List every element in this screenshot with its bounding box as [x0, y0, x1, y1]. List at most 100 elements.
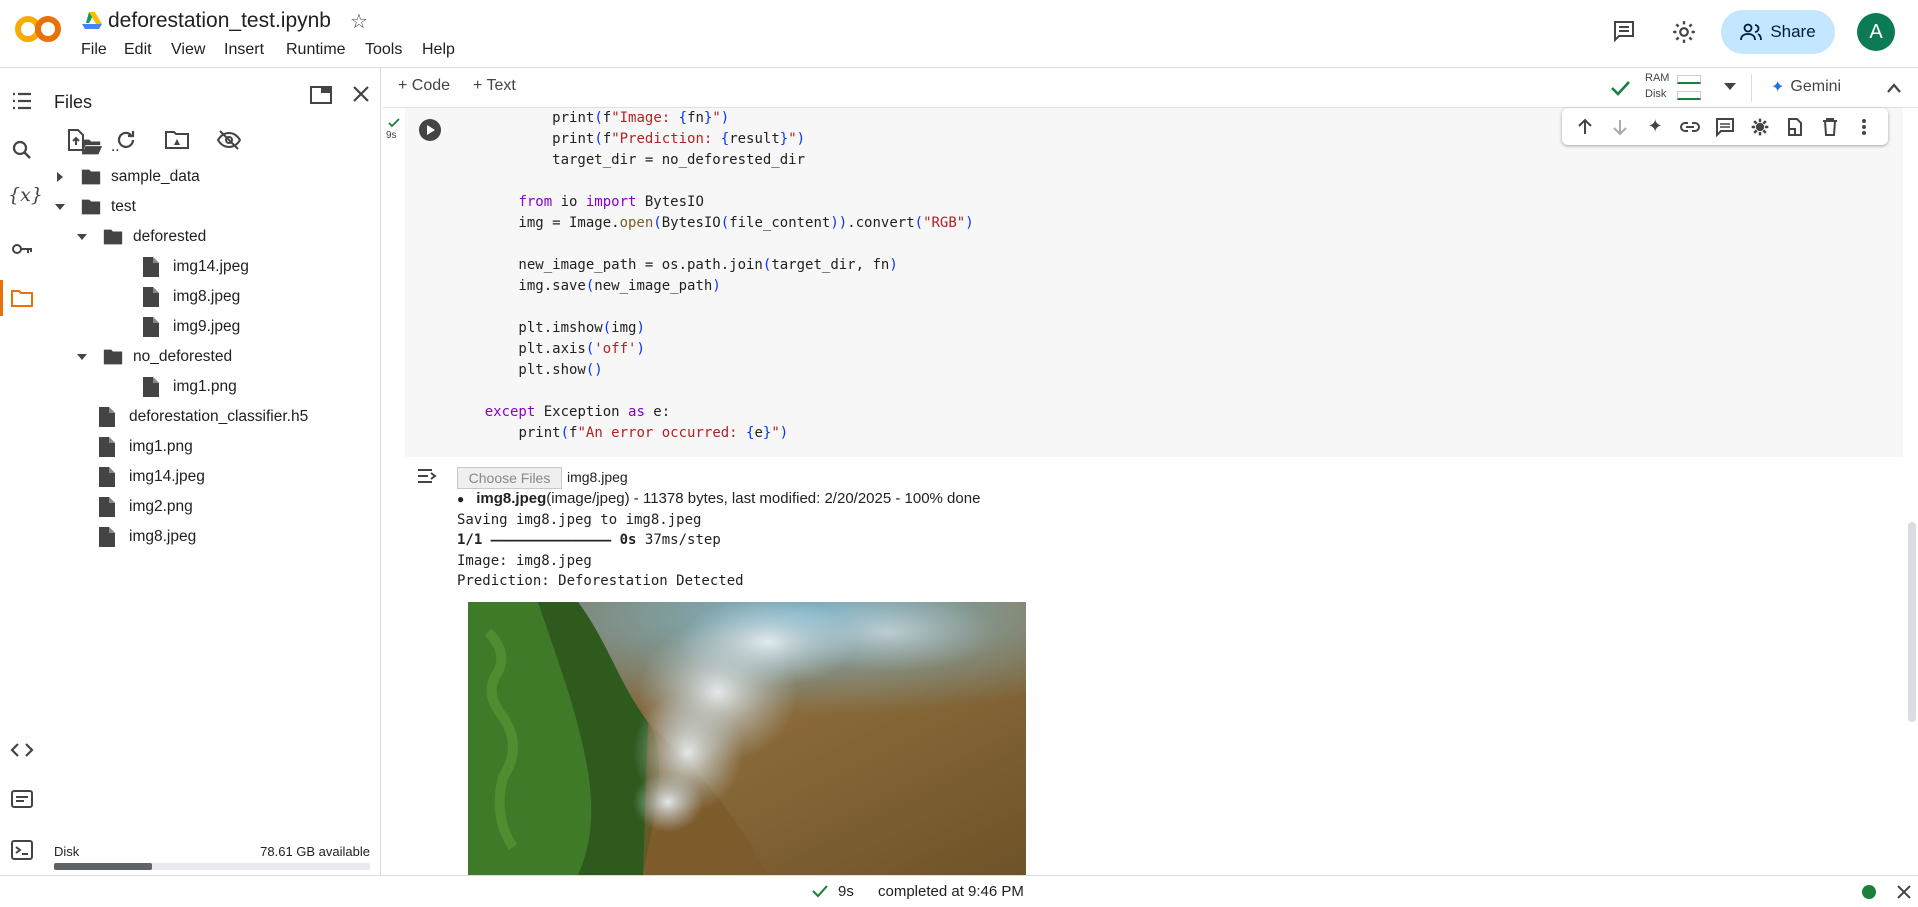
folder-item[interactable]: sample_data	[57, 162, 200, 192]
folder-icon	[80, 196, 102, 218]
file-item[interactable]: img9.jpeg	[142, 312, 240, 342]
disk-usage-fill	[54, 863, 152, 870]
tree-item-label: sample_data	[111, 168, 200, 185]
cell-settings-gear-icon[interactable]	[1749, 116, 1771, 138]
file-item[interactable]: img14.jpeg	[98, 462, 205, 492]
progress-step: 1/1	[457, 532, 483, 548]
notebook-title[interactable]: deforestation_test.ipynb	[108, 9, 331, 33]
file-item[interactable]: img1.png	[142, 372, 237, 402]
expand-caret-down-icon[interactable]	[54, 201, 68, 215]
divider	[1751, 74, 1752, 102]
code-line: print(f"Image: {fn}")	[552, 110, 730, 126]
drive-icon[interactable]	[82, 11, 102, 29]
folder-icon[interactable]	[10, 286, 34, 310]
ram-meter[interactable]	[1677, 75, 1701, 84]
code-cell[interactable]: print(f"Image: {fn}") print(f"Prediction…	[405, 108, 1903, 457]
hide-files-icon[interactable]	[216, 128, 242, 152]
folder-item[interactable]: no_deforested	[77, 342, 232, 372]
code-line: from io import BytesIO	[518, 194, 704, 210]
file-item[interactable]: img1.png	[98, 432, 193, 462]
link-icon[interactable]	[1679, 116, 1701, 138]
cell-toolbar: ✦	[1562, 108, 1888, 145]
files-panel-title: Files	[54, 92, 93, 112]
gemini-sparkle-icon[interactable]: ✦	[1644, 116, 1666, 138]
scrollbar-track[interactable]	[1906, 108, 1918, 875]
output-toggle-icon[interactable]	[416, 466, 440, 486]
menu-help[interactable]: Help	[422, 41, 455, 59]
folder-item[interactable]: ..	[80, 132, 120, 162]
left-rail: {x}	[0, 68, 44, 875]
run-cell-button[interactable]	[418, 118, 442, 142]
key-icon[interactable]	[10, 237, 34, 261]
file-icon	[142, 316, 164, 338]
menu-tools[interactable]: Tools	[365, 41, 402, 59]
mirror-cell-icon[interactable]	[1784, 116, 1806, 138]
choose-files-button[interactable]: Choose Files	[457, 467, 562, 489]
colab-logo[interactable]	[14, 12, 62, 46]
output-image	[468, 602, 1026, 875]
search-icon[interactable]	[10, 138, 34, 162]
file-item[interactable]: img8.jpeg	[142, 282, 240, 312]
menu-runtime[interactable]: Runtime	[286, 41, 346, 59]
collapse-chevron-up-icon[interactable]	[1886, 82, 1902, 94]
mount-drive-icon[interactable]	[164, 128, 190, 152]
disk-indicator-label: Disk	[1645, 88, 1667, 100]
move-down-icon[interactable]	[1609, 116, 1631, 138]
file-item[interactable]: img2.png	[98, 492, 193, 522]
gemini-button[interactable]: ✦ Gemini	[1771, 77, 1841, 97]
file-item[interactable]: img14.jpeg	[142, 252, 249, 282]
runtime-status-dot[interactable]	[1862, 885, 1876, 899]
people-icon	[1740, 23, 1763, 41]
tree-item-label: img8.jpeg	[129, 528, 197, 545]
avatar[interactable]: A	[1857, 13, 1895, 51]
folder-icon	[80, 166, 102, 188]
folder-icon	[80, 136, 103, 158]
expand-caret-down-icon[interactable]	[76, 351, 90, 365]
file-item[interactable]: img8.jpeg	[98, 522, 196, 552]
open-in-tab-icon[interactable]	[309, 84, 333, 106]
code-line: new_image_path = os.path.join(target_dir…	[451, 257, 898, 273]
file-item[interactable]: deforestation_classifier.h5	[98, 402, 308, 432]
close-icon[interactable]	[352, 85, 370, 103]
folder-item[interactable]: test	[55, 192, 136, 222]
comment-icon[interactable]	[1714, 116, 1736, 138]
variables-icon[interactable]: {x}	[8, 184, 43, 208]
cell-gutter: 9s	[383, 108, 405, 457]
resources-dropdown-icon[interactable]	[1723, 82, 1737, 92]
menu-file[interactable]: File	[81, 41, 107, 59]
close-status-icon[interactable]	[1897, 885, 1911, 899]
progress-rate: 37ms/step	[644, 532, 721, 548]
upload-status-line: ● img8.jpeg (image/jpeg) - 11378 bytes, …	[457, 490, 980, 507]
star-icon[interactable]: ☆	[350, 9, 368, 34]
exec-check-icon	[388, 118, 400, 128]
terminal-icon[interactable]	[10, 838, 34, 862]
share-button[interactable]: Share	[1721, 10, 1835, 54]
tree-item-label: test	[111, 198, 136, 215]
menu-insert[interactable]: Insert	[224, 41, 264, 59]
code-snippets-icon[interactable]	[10, 738, 34, 762]
menu-view[interactable]: View	[171, 41, 205, 59]
disk-meter[interactable]	[1677, 91, 1701, 100]
add-text-button[interactable]: + Text	[473, 77, 516, 95]
code-line: plt.show()	[451, 362, 603, 378]
folder-item[interactable]: deforested	[77, 222, 206, 252]
expand-caret-right-icon[interactable]	[54, 171, 68, 185]
status-check-icon	[812, 884, 828, 898]
image-line: Image: img8.jpeg	[457, 553, 592, 569]
connected-check-icon	[1609, 77, 1631, 99]
table-of-contents-icon[interactable]	[10, 89, 34, 113]
settings-gear-icon[interactable]	[1671, 19, 1697, 45]
command-palette-icon[interactable]	[10, 787, 34, 811]
code-line: target_dir = no_deforested_dir	[451, 152, 806, 168]
menu-edit[interactable]: Edit	[124, 41, 152, 59]
tree-item-label: img8.jpeg	[173, 288, 241, 305]
expand-caret-down-icon[interactable]	[76, 231, 90, 245]
gemini-label: Gemini	[1790, 78, 1842, 95]
add-code-button[interactable]: + Code	[398, 77, 450, 95]
delete-icon[interactable]	[1819, 116, 1841, 138]
scrollbar-thumb[interactable]	[1908, 522, 1916, 722]
more-vert-icon[interactable]	[1853, 116, 1875, 138]
add-code-label: Code	[411, 77, 451, 94]
move-up-icon[interactable]	[1574, 116, 1596, 138]
comments-icon[interactable]	[1612, 19, 1636, 43]
